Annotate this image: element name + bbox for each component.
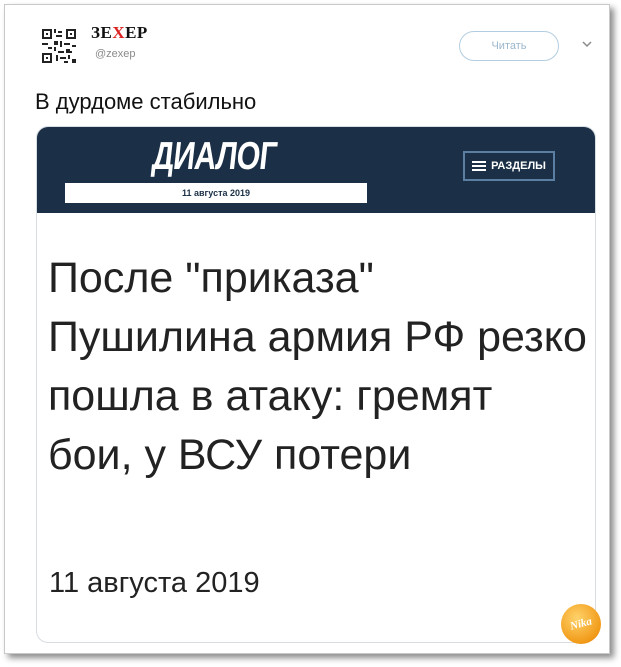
author-name[interactable]: ЗЕXЕР [91,23,148,43]
author-handle[interactable]: @zexep [95,48,136,60]
article-date: 11 августа 2019 [49,567,260,599]
link-preview-card[interactable]: ДИАЛОГ 11 августа 2019 РАЗДЕЛЫ После "пр… [36,126,596,643]
author-name-prefix: ЗЕ [91,23,113,42]
watermark-text: Nika [568,615,594,633]
site-header: ДИАЛОГ 11 августа 2019 РАЗДЕЛЫ [37,127,595,213]
header-date: 11 августа 2019 [65,183,367,203]
tweet-text: В дурдоме стабильно [35,89,257,114]
site-logo: ДИАЛОГ [150,135,279,178]
watermark-logo: Nika [561,604,601,644]
sections-label: РАЗДЕЛЫ [491,160,546,172]
follow-button[interactable]: Читать [459,31,559,61]
author-name-x: X [112,23,126,42]
menu-icon [472,161,487,171]
sections-menu-button: РАЗДЕЛЫ [463,151,555,181]
tweet-frame: ЗЕXЕР @zexep Читать В дурдоме стабильно … [4,4,610,654]
qr-code-avatar[interactable] [42,29,76,63]
author-name-suffix: ЕР [125,23,148,42]
article-headline: После "приказа" Пушилина армия РФ резко … [48,254,587,479]
chevron-down-icon[interactable] [581,38,593,50]
